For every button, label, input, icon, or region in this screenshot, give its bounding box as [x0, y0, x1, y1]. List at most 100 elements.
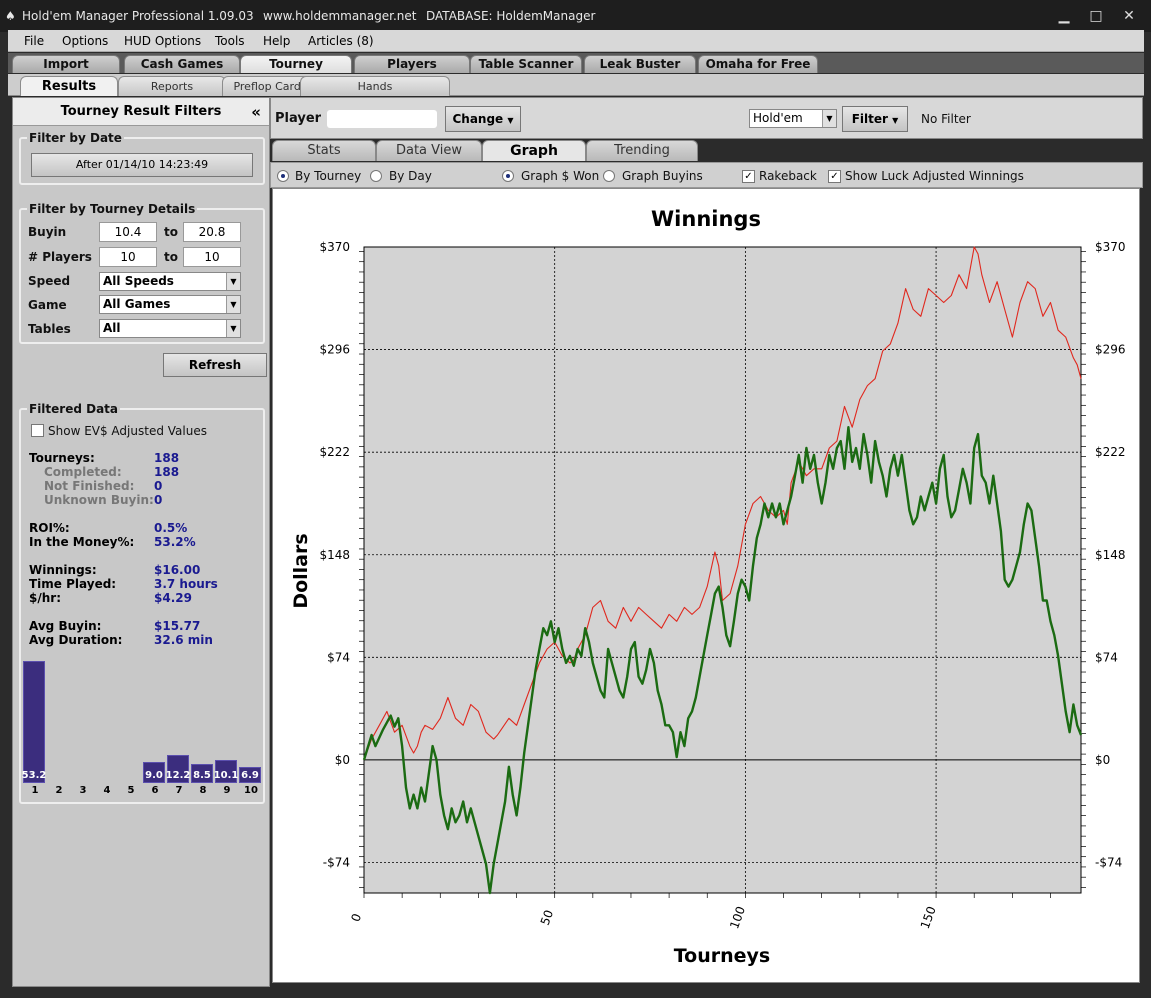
stat-label: ROI%: — [29, 521, 70, 535]
tab-omaha-for-free[interactable]: Omaha for Free — [698, 55, 818, 73]
histogram-category-label: 1 — [31, 785, 39, 796]
y-axis-label: Dollars — [290, 533, 312, 608]
tab-leak-buster[interactable]: Leak Buster — [584, 55, 696, 73]
histogram-category-label: 5 — [127, 785, 135, 796]
tab-data-view[interactable]: Data View — [376, 140, 482, 161]
by-day-radio[interactable] — [370, 170, 382, 182]
tab-hands[interactable]: Hands — [300, 76, 450, 96]
players-label: # Players — [28, 250, 92, 264]
luck-adjusted-checkbox[interactable]: ✓ — [828, 170, 841, 183]
players-from-input[interactable]: 10 — [99, 247, 157, 267]
histogram-value-label: 8.5 — [193, 770, 211, 781]
maximize-icon[interactable]: □ — [1086, 7, 1106, 25]
x-tick-label: 0 — [348, 912, 364, 924]
tab-cash-games[interactable]: Cash Games — [124, 55, 240, 73]
tab-reports[interactable]: Reports — [118, 76, 226, 96]
ev-adjusted-label: Show EV$ Adjusted Values — [48, 424, 207, 438]
tab-table-scanner[interactable]: Table Scanner — [470, 55, 582, 73]
panel-title: Tourney Result Filters — [60, 104, 222, 119]
minimize-icon[interactable]: ▁ — [1054, 7, 1074, 25]
chevron-down-icon[interactable]: ▼ — [226, 273, 240, 290]
filter-by-date-group: Filter by Date After 01/14/10 14:23:49 — [19, 131, 265, 185]
menu-options[interactable]: Options — [62, 34, 108, 48]
change-player-label: Change — [452, 112, 504, 126]
speed-select[interactable]: All Speeds ▼ — [99, 272, 241, 291]
graph-buyins-radio[interactable] — [603, 170, 615, 182]
stat-value: 0.5% — [154, 521, 188, 535]
plot-area — [363, 246, 1082, 894]
buyin-from-input[interactable]: 10.4 — [99, 222, 157, 242]
title-bar: ♠ Hold'em Manager Professional 1.09.03 w… — [0, 0, 1151, 32]
graph-won-radio[interactable] — [502, 170, 514, 182]
close-icon[interactable]: ✕ — [1119, 7, 1139, 25]
website-link[interactable]: www.holdemmanager.net — [263, 9, 416, 23]
y-tick-label-right: -$74 — [1095, 856, 1122, 870]
histogram-category-label: 6 — [151, 785, 159, 796]
buyin-to-input[interactable]: 20.8 — [183, 222, 241, 242]
filtered-data-title: Filtered Data — [27, 402, 121, 416]
refresh-button[interactable]: Refresh — [163, 353, 267, 377]
menu-help[interactable]: Help — [263, 34, 290, 48]
stat-label: $/hr: — [29, 591, 61, 605]
histogram-value-label: 6.9 — [241, 770, 259, 781]
tab-players[interactable]: Players (158989) — [354, 55, 470, 88]
menu-bar: File Options HUD Options Tools Help Arti… — [8, 30, 1144, 52]
date-filter-button[interactable]: After 01/14/10 14:23:49 — [31, 153, 253, 177]
game-type-value: Hold'em — [753, 111, 803, 125]
stat-label: In the Money%: — [29, 535, 135, 549]
tab-tourney[interactable]: Tourney — [240, 55, 352, 73]
tab-import[interactable]: Import — [12, 55, 120, 73]
filter-by-details-group: Filter by Tourney Details Buyin 10.4 to … — [19, 202, 265, 344]
players-to-input[interactable]: 10 — [183, 247, 241, 267]
histogram-value-label: 12.2 — [165, 770, 191, 781]
y-tick-label-left: -$74 — [323, 856, 350, 870]
y-tick-label-left: $0 — [335, 753, 350, 767]
stat-value: 188 — [154, 465, 180, 479]
menu-hud-options[interactable]: HUD Options — [124, 34, 201, 48]
histogram-category-label: 3 — [79, 785, 87, 796]
by-tourney-radio[interactable] — [277, 170, 289, 182]
tab-results[interactable]: Results — [20, 76, 118, 96]
menu-file[interactable]: File — [24, 34, 44, 48]
chevron-down-icon[interactable]: ▼ — [822, 110, 836, 127]
tab-stats[interactable]: Stats — [272, 140, 376, 161]
stat-value: 3.7 hours — [154, 577, 218, 591]
app-icon: ♠ — [5, 9, 16, 23]
rakeback-checkbox[interactable]: ✓ — [742, 170, 755, 183]
y-tick-label-right: $74 — [1095, 650, 1118, 664]
histogram-category-label: 10 — [244, 785, 258, 796]
y-tick-label-right: $222 — [1095, 445, 1126, 459]
app-window: ♠ Hold'em Manager Professional 1.09.03 w… — [0, 0, 1151, 998]
ev-adjusted-checkbox[interactable] — [31, 424, 44, 437]
y-tick-label-right: $370 — [1095, 240, 1126, 254]
tables-select-value: All — [103, 321, 121, 335]
chevron-down-icon[interactable]: ▼ — [226, 296, 240, 313]
x-tick-label: 50 — [538, 908, 556, 927]
tab-trending[interactable]: Trending — [586, 140, 698, 161]
sub-tabs: Results Reports Preflop Cards Hands — [8, 74, 1144, 96]
histogram-value-label: 9.0 — [145, 770, 163, 781]
change-player-button[interactable]: Change ▼ — [445, 106, 521, 132]
tab-graph[interactable]: Graph — [482, 140, 586, 161]
stat-label: Unknown Buyin: — [44, 493, 154, 507]
y-tick-label-left: $296 — [319, 343, 350, 357]
stat-label: Time Played: — [29, 577, 117, 591]
stat-value: $16.00 — [154, 563, 201, 577]
menu-tools[interactable]: Tools — [215, 34, 245, 48]
histogram-category-label: 4 — [103, 785, 111, 796]
tables-label: Tables — [28, 322, 71, 336]
y-tick-label-left: $74 — [327, 650, 350, 664]
graph-won-label: Graph $ Won — [521, 169, 600, 183]
stat-value: $4.29 — [154, 591, 192, 605]
speed-select-value: All Speeds — [103, 274, 174, 288]
menu-articles[interactable]: Articles (8) — [308, 34, 374, 48]
collapse-icon[interactable]: « — [251, 98, 261, 126]
chevron-down-icon[interactable]: ▼ — [226, 320, 240, 337]
game-type-select[interactable]: Hold'em ▼ — [749, 109, 837, 128]
players-to-label: to — [164, 250, 178, 264]
game-select[interactable]: All Games ▼ — [99, 295, 241, 314]
by-tourney-label: By Tourney — [295, 169, 362, 183]
tables-select[interactable]: All ▼ — [99, 319, 241, 338]
by-day-label: By Day — [389, 169, 432, 183]
filter-button[interactable]: Filter ▼ — [842, 106, 908, 132]
